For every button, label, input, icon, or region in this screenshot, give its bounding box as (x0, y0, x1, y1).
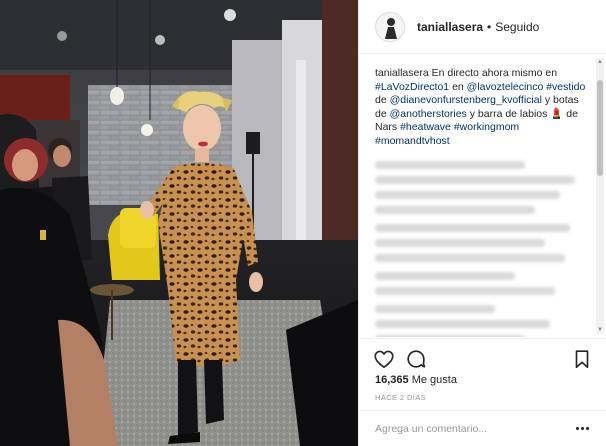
header-username[interactable]: taniallasera (417, 20, 483, 34)
comments-area[interactable]: taniallasera En directo ahora mismo en #… (359, 55, 606, 337)
mention-link[interactable]: @dianevonfurstenberg_kvofficial (390, 94, 542, 106)
post-side-panel: taniallasera • Seguido taniallasera En d… (358, 0, 606, 446)
post-image (0, 0, 358, 446)
blurred-comment-line (375, 271, 515, 280)
likes-number: 16,365 (375, 374, 409, 386)
save-button[interactable] (571, 348, 593, 370)
ellipsis-icon (581, 427, 584, 430)
comment-button[interactable] (405, 348, 427, 370)
heart-icon (374, 350, 394, 369)
add-comment-bar (359, 410, 606, 446)
ellipsis-icon (576, 427, 579, 430)
hashtag-link[interactable]: #vestido (546, 81, 585, 93)
bookmark-icon (575, 350, 589, 369)
action-bar (359, 338, 606, 372)
likes-count[interactable]: 16,365 Me gusta (375, 374, 457, 386)
blurred-comment-line (375, 190, 560, 199)
hashtag-link[interactable]: #heatwave (400, 121, 451, 133)
likes-label: Me gusta (411, 374, 457, 386)
post-photo[interactable] (0, 0, 358, 446)
blurred-comments (375, 160, 591, 337)
scrollbar-thumb[interactable] (597, 80, 603, 176)
speech-bubble-icon (407, 350, 426, 368)
mention-link[interactable]: @lavoztelecinco (467, 81, 544, 93)
blurred-comment-line (375, 223, 570, 232)
avatar[interactable] (375, 11, 405, 42)
caption-text: de (375, 94, 387, 107)
hashtag-link[interactable]: #LaVozDirecto1 (375, 81, 449, 93)
ellipsis-icon (586, 427, 589, 430)
blurred-comment-line (375, 238, 545, 247)
mention-link[interactable]: @anotherstories (390, 108, 467, 120)
post-caption: taniallasera En directo ahora mismo en #… (375, 67, 587, 149)
comments-scrollbar[interactable]: ▲ ▼ (596, 58, 604, 334)
blurred-comment-line (375, 205, 535, 214)
blurred-comment-line (375, 286, 555, 295)
blurred-comment-line (375, 160, 525, 169)
caption-username[interactable]: taniallasera (375, 67, 429, 79)
caption-text: En directo ahora mismo en (431, 67, 558, 79)
blurred-comment-line (375, 175, 575, 184)
post-header: taniallasera • Seguido (359, 0, 606, 54)
hashtag-link[interactable]: #workingmom (454, 121, 519, 133)
post-timestamp[interactable]: HACE 2 DÍAS (375, 393, 426, 402)
like-button[interactable] (373, 348, 395, 370)
blurred-comment-line (375, 319, 550, 328)
follow-status[interactable]: Seguido (495, 20, 539, 34)
hashtag-link[interactable]: #momandtvhost (375, 135, 450, 147)
blurred-comment-line (375, 334, 525, 337)
scroll-down-arrow-icon[interactable]: ▼ (596, 326, 604, 334)
more-options-button[interactable] (575, 423, 591, 435)
scroll-up-arrow-icon[interactable]: ▲ (596, 58, 604, 66)
caption-text: y barra de labios (469, 107, 548, 120)
blurred-comment-line (375, 253, 565, 262)
caption-text: en (452, 80, 464, 93)
lipstick-emoji: 💄 (550, 107, 564, 120)
avatar-image (376, 12, 404, 41)
blurred-comment-line (375, 304, 495, 313)
comment-input[interactable] (375, 420, 555, 438)
header-separator: • (487, 19, 492, 34)
